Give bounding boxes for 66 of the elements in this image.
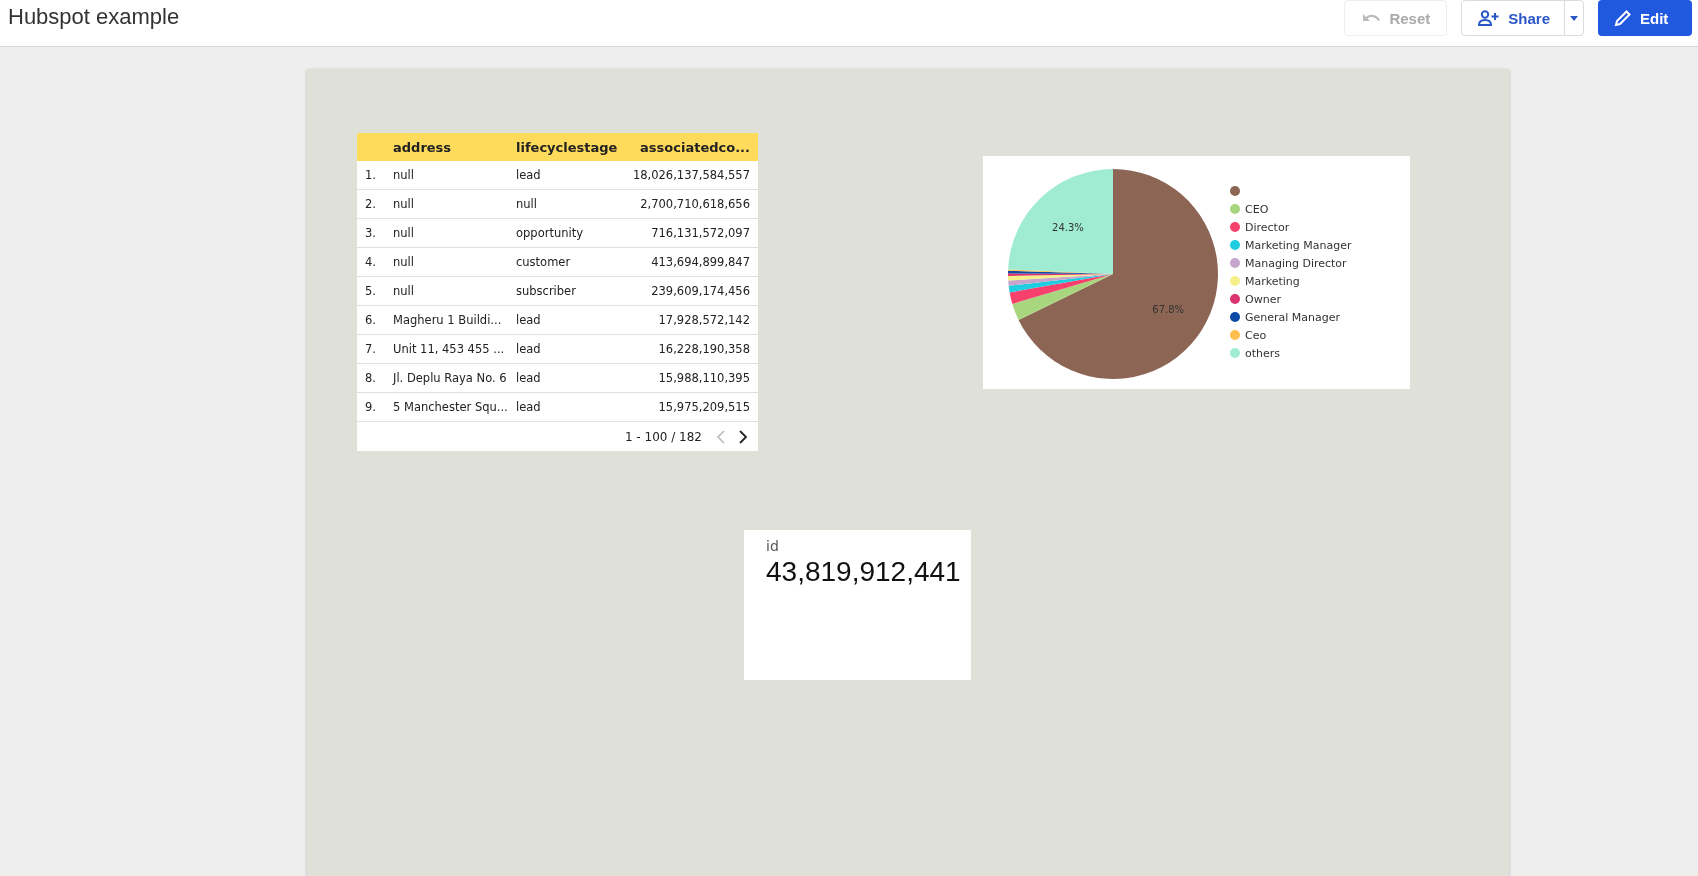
table-cell-text: null <box>393 197 415 211</box>
table-cell-text: 16,228,190,358 <box>657 342 751 356</box>
table-cell-text: null <box>516 197 538 211</box>
table-cell-text: 239,609,174,456 <box>650 284 751 298</box>
table-cell-text: 716,131,572,097 <box>650 226 751 240</box>
metric-label: id <box>766 538 779 554</box>
pencil-icon <box>1614 9 1632 27</box>
table-cell-text: opportunity <box>516 226 584 240</box>
column-header[interactable]: address <box>393 139 516 155</box>
table-cell-text: null <box>393 226 415 240</box>
table-cell-text: customer <box>516 255 572 269</box>
table-cell-text: lead <box>516 371 542 385</box>
legend-label: Director <box>1245 221 1290 234</box>
table-cell-text: subscriber <box>516 284 577 298</box>
table-cell-text: Jl. Deplu Raya No. 6 <box>393 371 508 385</box>
table-cell-text: null <box>393 168 415 182</box>
next-page-icon[interactable] <box>739 429 748 444</box>
table-cell-text: 15,975,209,515 <box>657 400 751 414</box>
legend-label: Marketing <box>1245 275 1300 288</box>
row-number: 5. <box>364 284 377 298</box>
page-range: 1 - 100 / 182 <box>624 429 702 444</box>
table-cell-text: Unit 11, 453 455 ... <box>393 342 506 356</box>
row-number: 2. <box>364 197 377 211</box>
legend-label: CEO <box>1245 203 1269 216</box>
table-cell-text: lead <box>516 342 542 356</box>
table-cell-text: null <box>393 255 415 269</box>
row-number: 3. <box>364 226 377 240</box>
row-number: 9. <box>364 400 377 414</box>
pie-slice <box>1018 169 1218 379</box>
table-cell-text: 17,928,572,142 <box>657 313 751 327</box>
table-cell-text: 15,988,110,395 <box>657 371 751 385</box>
table-cell-text: 5 Manchester Squ... <box>393 400 509 414</box>
caret-icon[interactable] <box>1570 15 1578 21</box>
row-number: 6. <box>364 313 377 327</box>
edit-button[interactable]: Edit <box>1598 0 1692 36</box>
metric-value: 43,819,912,441 <box>766 555 961 589</box>
table-cell-text: lead <box>516 400 542 414</box>
report-title: Hubspot example <box>8 4 181 30</box>
table-cell-text: 18,026,137,584,557 <box>631 168 751 182</box>
column-header[interactable]: lifecyclestage <box>516 139 631 155</box>
table-cell-text: lead <box>516 168 542 182</box>
share-button[interactable]: Share <box>1461 0 1584 36</box>
table-cell-text: lead <box>516 313 542 327</box>
row-number: 1. <box>364 168 377 182</box>
legend-label: Managing Director <box>1245 257 1347 270</box>
table-cell-text: 2,700,710,618,656 <box>639 197 751 211</box>
row-number: 8. <box>364 371 377 385</box>
table-cell-text: null <box>393 284 415 298</box>
legend-label: Marketing Manager <box>1245 239 1352 252</box>
legend-label: others <box>1245 347 1281 360</box>
table-cell-text: 413,694,899,847 <box>650 255 751 269</box>
legend-label: Owner <box>1245 293 1281 306</box>
undo-icon <box>1361 12 1382 24</box>
table-cell-text: Magheru 1 Buildi... <box>393 313 503 327</box>
pie-slice <box>1008 274 1113 293</box>
slice-label: 67.8% <box>1152 303 1185 315</box>
legend-label: Ceo <box>1245 329 1267 342</box>
row-number: 4. <box>364 255 377 269</box>
pie-slice <box>1009 274 1113 304</box>
column-header[interactable]: associatedco... <box>631 139 758 155</box>
pie-slice <box>1012 274 1113 320</box>
slice-label: 24.3% <box>1052 221 1084 233</box>
legend-label: General Manager <box>1245 311 1341 324</box>
add-person-icon <box>1478 10 1501 26</box>
row-number: 7. <box>364 342 377 356</box>
pie-slice <box>1008 169 1113 274</box>
